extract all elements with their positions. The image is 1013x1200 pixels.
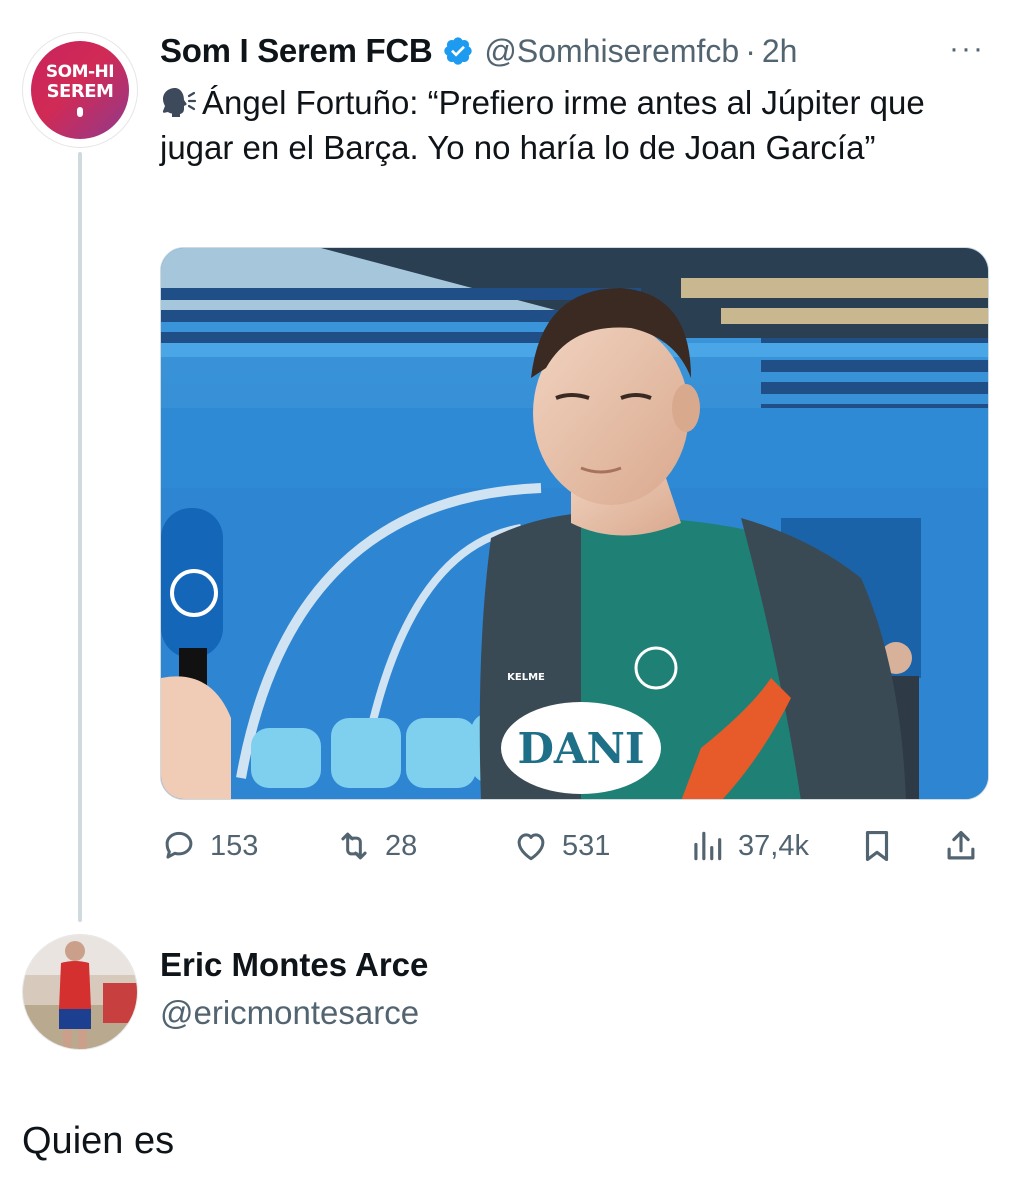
sponsor-text: DANI — [517, 724, 644, 773]
tweet-header: Som I Serem FCB @Somhiseremfcb · 2h ··· — [160, 26, 993, 76]
reply-icon — [165, 831, 193, 859]
tweet-thread: SOM-HI SEREM Som I Serem FCB @Somhiserem… — [0, 0, 1013, 1200]
reply-avatar-photo — [23, 935, 137, 1049]
bookmark-icon — [865, 830, 889, 862]
views-icon — [694, 831, 722, 861]
views-button[interactable]: 37,4k — [688, 818, 809, 874]
retweet-icon — [341, 832, 367, 860]
reply-count: 153 — [210, 829, 259, 862]
reply-text: Quien es — [22, 1120, 175, 1162]
thread-connector-line — [78, 152, 82, 922]
author-handle[interactable]: @Somhiseremfcb — [484, 33, 739, 70]
author-avatar[interactable]: SOM-HI SEREM — [22, 32, 138, 148]
tweet-text-content: Ángel Fortuño: “Prefiero irme antes al J… — [160, 84, 925, 166]
more-icon[interactable]: ··· — [949, 32, 985, 66]
reply-button[interactable]: 153 — [160, 818, 258, 874]
like-icon — [517, 833, 545, 861]
like-count: 531 — [562, 829, 611, 862]
reply-author-avatar[interactable] — [22, 934, 138, 1050]
player-photo: DANI KELME — [161, 248, 988, 799]
header-separator: · — [745, 32, 756, 69]
share-icon — [947, 830, 975, 860]
tweet-timestamp[interactable]: 2h — [762, 33, 798, 70]
retweet-button[interactable]: 28 — [335, 818, 417, 874]
bookmark-button[interactable] — [858, 818, 908, 874]
tweet-text: Ángel Fortuño: “Prefiero irme antes al J… — [160, 80, 1000, 170]
avatar-logo-line1: SOM-HI — [45, 61, 115, 82]
microphone-icon — [77, 106, 83, 117]
avatar-logo-line2: SEREM — [46, 80, 114, 102]
reply-author-handle[interactable]: @ericmontesarce — [160, 994, 419, 1032]
speaking-head-icon — [162, 88, 197, 117]
like-button[interactable]: 531 — [512, 818, 610, 874]
author-display-name[interactable]: Som I Serem FCB — [160, 32, 433, 70]
view-count: 37,4k — [738, 829, 809, 862]
retweet-count: 28 — [385, 829, 418, 862]
tweet-media-photo[interactable]: DANI KELME — [160, 247, 989, 800]
verified-badge-icon — [444, 37, 473, 65]
tweet-actions: 153 28 531 37,4k — [160, 818, 989, 874]
brand-text: KELME — [507, 672, 545, 683]
share-button[interactable] — [942, 818, 992, 874]
reply-author-display-name[interactable]: Eric Montes Arce — [160, 946, 428, 984]
avatar-logo: SOM-HI SEREM — [31, 41, 129, 139]
